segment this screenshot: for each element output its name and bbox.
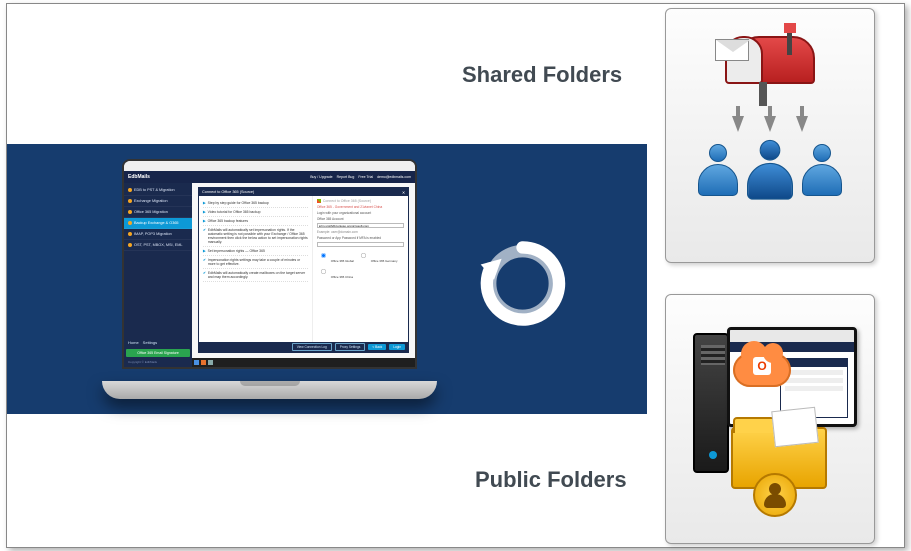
topbar-link[interactable]: Free Trial (358, 175, 373, 179)
topbar-links: Buy / Upgrade Report Bug Free Trial demo… (310, 175, 411, 179)
sidebar-item[interactable]: Exchange Migration (124, 196, 192, 207)
password-input[interactable] (317, 242, 404, 247)
sidebar-item[interactable]: IMAP, POP3 Migration (124, 229, 192, 240)
user-icon (744, 140, 797, 203)
sidebar-item[interactable]: Office 365 Migration (124, 207, 192, 218)
down-arrow-icon (796, 116, 808, 132)
windows-taskbar (192, 358, 415, 367)
copyright-text: Copyright © EdbMails (124, 359, 192, 365)
taskbar-icon[interactable] (201, 360, 206, 365)
dialog-info-item[interactable]: ▶Video tutorial for Office 365 backup (203, 208, 308, 217)
window-titlebar (124, 161, 415, 171)
sidebar-footer-settings[interactable]: Settings (143, 340, 157, 345)
sidebar-item[interactable]: EDB to PST & Migration (124, 185, 192, 196)
dialog-info-item: ✔EdbMails will automatically create mail… (203, 269, 308, 282)
diagram-canvas: Shared Folders Public Folders EdbMails B… (6, 3, 905, 548)
shared-folders-label: Shared Folders (462, 62, 622, 88)
right-column: O (650, 4, 890, 547)
email-signature-button[interactable]: Office 365 Email Signature (126, 349, 190, 357)
mailbox-icon (715, 21, 825, 101)
proxy-settings-button[interactable]: Proxy Settings (335, 343, 366, 351)
laptop-screen: EdbMails Buy / Upgrade Report Bug Free T… (122, 159, 417, 369)
dialog-info-item[interactable]: ▶Office 365 backup features (203, 217, 308, 226)
shared-folders-card (665, 8, 875, 263)
envelope-icon (715, 39, 749, 61)
public-folders-card: O (665, 294, 875, 544)
user-icon (799, 144, 845, 199)
taskbar-icon[interactable] (208, 360, 213, 365)
app-main: Connect to Office 365 (Source) ✕ ▶Step b… (192, 183, 415, 367)
dialog-info-item: ✔Impersonation rights settings may take … (203, 256, 308, 269)
laptop-base (102, 381, 437, 399)
users-group-icon (695, 144, 845, 199)
app-topbar: EdbMails Buy / Upgrade Report Bug Free T… (124, 171, 415, 183)
sync-icon (475, 236, 570, 331)
sidebar-item[interactable]: OST, PST, MBOX, MSI, EML (124, 240, 192, 251)
dialog-footer: View Connection Log Proxy Settings < Bac… (199, 342, 408, 352)
app-window: EdbMails Buy / Upgrade Report Bug Free T… (124, 161, 415, 367)
password-label: Password or App Password if MFA is enabl… (317, 236, 404, 240)
radio-china[interactable]: Office 365 China (317, 265, 353, 279)
account-label: Office 365 Account (317, 217, 404, 221)
down-arrows (732, 116, 808, 132)
topbar-link[interactable]: Report Bug (337, 175, 355, 179)
dialog-info-item[interactable]: ▶Step by step guide for Office 365 backu… (203, 199, 308, 208)
user-coin-icon (753, 473, 797, 517)
sidebar-footer-home[interactable]: Home (128, 340, 139, 345)
login-button[interactable]: Login (389, 344, 405, 350)
taskbar-icon[interactable] (194, 360, 199, 365)
login-heading: Login with your organizational account (317, 211, 404, 215)
dialog-info-item[interactable]: ▶Set impersonation rights — Office 365 (203, 247, 308, 256)
sidebar-item-selected[interactable]: Backup Exchange & O365 (124, 218, 192, 229)
down-arrow-icon (764, 116, 776, 132)
user-icon (695, 144, 741, 199)
connect-o365-dialog: Connect to Office 365 (Source) ✕ ▶Step b… (198, 187, 409, 353)
account-input[interactable] (317, 223, 404, 228)
cloud-o365-icon: O (733, 353, 791, 387)
topbar-link[interactable]: demo@edbmails.com (377, 175, 411, 179)
back-button[interactable]: < Back (368, 344, 386, 350)
account-example-hint: Example: user@domain.com (317, 230, 404, 234)
close-icon[interactable]: ✕ (402, 190, 405, 195)
view-log-button[interactable]: View Connection Log (292, 343, 332, 351)
gov-china-notice: Office 365 - Government and 21vianet Chi… (317, 205, 404, 209)
down-arrow-icon (732, 116, 744, 132)
app-brand: EdbMails (128, 174, 150, 180)
public-folders-label: Public Folders (475, 467, 627, 493)
topbar-link[interactable]: Buy / Upgrade (310, 175, 332, 179)
microsoft-logo-text: Connect to Office 365 (Source) (317, 199, 404, 203)
dialog-header: Connect to Office 365 (Source) ✕ (199, 188, 408, 196)
dialog-left-panel: ▶Step by step guide for Office 365 backu… (199, 196, 312, 352)
dialog-info-item: ✔EdbMails will automatically set imperso… (203, 226, 308, 247)
radio-germany[interactable]: Office 365 Germany (357, 249, 398, 263)
dialog-title: Connect to Office 365 (Source) (202, 190, 254, 194)
dialog-right-panel: Connect to Office 365 (Source) Office 36… (312, 196, 408, 352)
server-tower-icon (693, 333, 729, 473)
app-sidebar: EDB to PST & Migration Exchange Migratio… (124, 183, 192, 367)
laptop-illustration: EdbMails Buy / Upgrade Report Bug Free T… (102, 159, 437, 399)
radio-global[interactable]: Office 365 Global (317, 249, 354, 263)
